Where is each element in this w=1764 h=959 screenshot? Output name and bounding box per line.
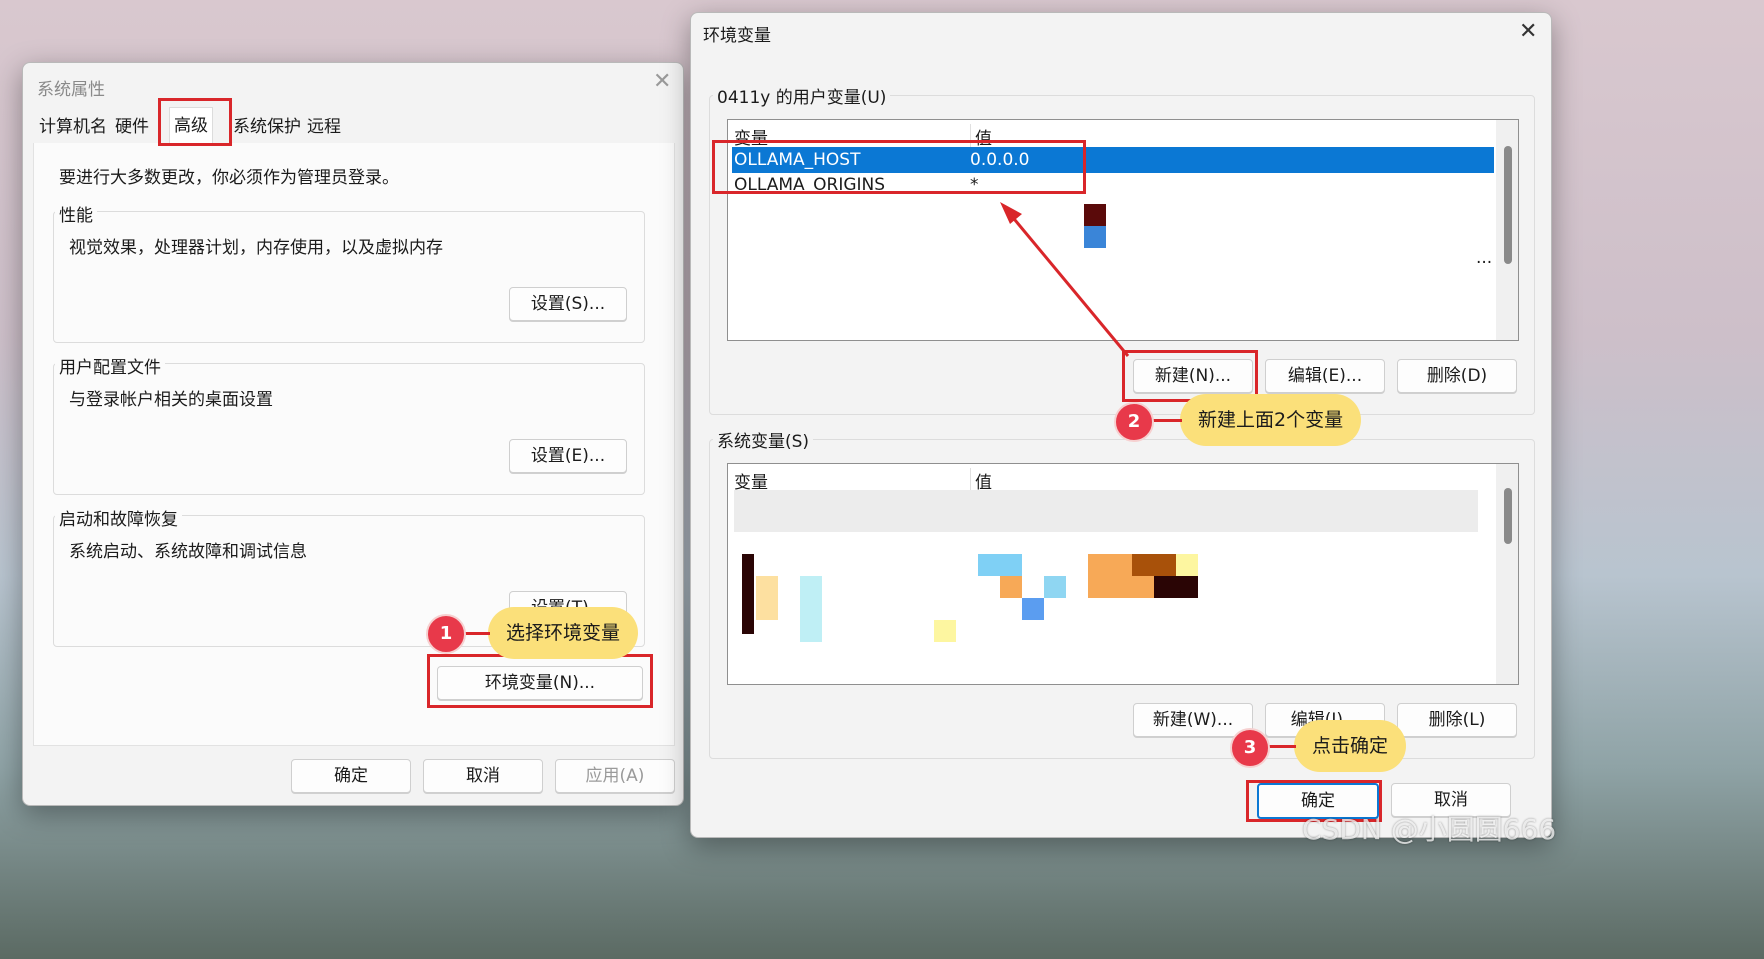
callout-3-connector bbox=[1266, 745, 1296, 748]
system-properties-window: 系统属性 ✕ 计算机名 硬件 高级 系统保护 远程 要进行大多数更改，你必须作为… bbox=[22, 62, 684, 806]
redacted-block bbox=[978, 554, 1022, 576]
tab-hardware[interactable]: 硬件 bbox=[111, 111, 153, 143]
profile-label: 用户配置文件 bbox=[55, 353, 165, 378]
selection-placeholder bbox=[734, 490, 1478, 532]
profile-group bbox=[53, 363, 645, 495]
table-row[interactable]: OLLAMA_HOST 0.0.0.0 bbox=[732, 147, 1494, 173]
redacted-block bbox=[1022, 598, 1044, 620]
callout-2-connector bbox=[1150, 419, 1182, 422]
tab-remote[interactable]: 远程 bbox=[303, 111, 345, 143]
startup-label: 启动和故障恢复 bbox=[55, 505, 182, 530]
cancel-button[interactable]: 取消 bbox=[423, 759, 543, 793]
scrollbar[interactable] bbox=[1496, 464, 1518, 684]
redacted-block bbox=[800, 576, 822, 642]
variable-value: 0.0.0.0 bbox=[970, 150, 1030, 170]
tab-computer-name[interactable]: 计算机名 bbox=[35, 111, 111, 143]
admin-notice: 要进行大多数更改，你必须作为管理员登录。 bbox=[59, 168, 399, 188]
callout-1: 选择环境变量 bbox=[488, 607, 639, 659]
window-title: 系统属性 bbox=[37, 80, 105, 100]
user-edit-button[interactable]: 编辑(E)... bbox=[1265, 359, 1385, 393]
ok-button[interactable]: 确定 bbox=[291, 759, 411, 793]
system-delete-button[interactable]: 删除(L) bbox=[1397, 703, 1517, 737]
redacted-block bbox=[1132, 554, 1176, 576]
profile-settings-button[interactable]: 设置(E)... bbox=[509, 439, 627, 473]
callout-3: 点击确定 bbox=[1294, 720, 1407, 772]
user-variables-label: 0411y 的用户变量(U) bbox=[713, 83, 891, 108]
column-variable[interactable]: 变量 bbox=[734, 124, 768, 149]
redacted-block bbox=[1176, 554, 1198, 576]
redacted-block bbox=[756, 576, 778, 620]
variable-name: OLLAMA_HOST bbox=[734, 150, 861, 170]
profile-desc: 与登录帐户相关的桌面设置 bbox=[69, 390, 273, 410]
startup-desc: 系统启动、系统故障和调试信息 bbox=[69, 542, 307, 562]
performance-desc: 视觉效果，处理器计划，内存使用，以及虚拟内存 bbox=[69, 238, 443, 258]
performance-group bbox=[53, 211, 645, 343]
redacted-block bbox=[1044, 576, 1066, 598]
system-new-button[interactable]: 新建(W)... bbox=[1133, 703, 1253, 737]
badge-3: 3 bbox=[1230, 728, 1270, 768]
variable-name: OLLAMA_ORIGINS bbox=[734, 175, 886, 195]
scrollbar[interactable] bbox=[1496, 120, 1518, 340]
close-icon[interactable]: ✕ bbox=[1519, 19, 1537, 44]
tab-strip: 计算机名 硬件 高级 系统保护 远程 bbox=[33, 107, 673, 144]
table-row[interactable]: OLLAMA_ORIGINS * bbox=[732, 172, 1494, 198]
environment-variables-button[interactable]: 环境变量(N)... bbox=[437, 666, 643, 700]
redacted-block bbox=[1084, 204, 1106, 226]
redacted-block bbox=[1084, 226, 1106, 248]
redacted-block bbox=[934, 620, 956, 642]
callout-2: 新建上面2个变量 bbox=[1180, 394, 1362, 446]
close-icon[interactable]: ✕ bbox=[653, 69, 671, 94]
truncation-ellipsis: ... bbox=[1476, 248, 1493, 268]
scrollbar-thumb[interactable] bbox=[1504, 146, 1512, 264]
badge-1: 1 bbox=[426, 614, 466, 654]
system-variables-list[interactable]: 变量 值 bbox=[727, 463, 1519, 685]
column-value[interactable]: 值 bbox=[970, 124, 992, 149]
user-variables-list[interactable]: 变量 值 OLLAMA_HOST 0.0.0.0 OLLAMA_ORIGINS … bbox=[727, 119, 1519, 341]
user-delete-button[interactable]: 删除(D) bbox=[1397, 359, 1517, 393]
scrollbar-thumb[interactable] bbox=[1504, 488, 1512, 544]
window-title: 环境变量 bbox=[703, 26, 771, 46]
redacted-block bbox=[1000, 576, 1022, 598]
apply-button[interactable]: 应用(A) bbox=[555, 759, 675, 793]
tab-system-protection[interactable]: 系统保护 bbox=[229, 111, 305, 143]
performance-label: 性能 bbox=[55, 201, 97, 226]
redacted-block bbox=[742, 554, 754, 634]
redacted-block bbox=[1154, 576, 1198, 598]
variable-value: * bbox=[970, 175, 979, 195]
tab-advanced[interactable]: 高级 bbox=[169, 107, 213, 144]
user-new-button[interactable]: 新建(N)... bbox=[1133, 359, 1253, 393]
performance-settings-button[interactable]: 设置(S)... bbox=[509, 287, 627, 321]
system-variables-label: 系统变量(S) bbox=[713, 427, 814, 452]
watermark: CSDN @小圆圆666 bbox=[1302, 813, 1557, 846]
badge-2: 2 bbox=[1114, 402, 1154, 442]
